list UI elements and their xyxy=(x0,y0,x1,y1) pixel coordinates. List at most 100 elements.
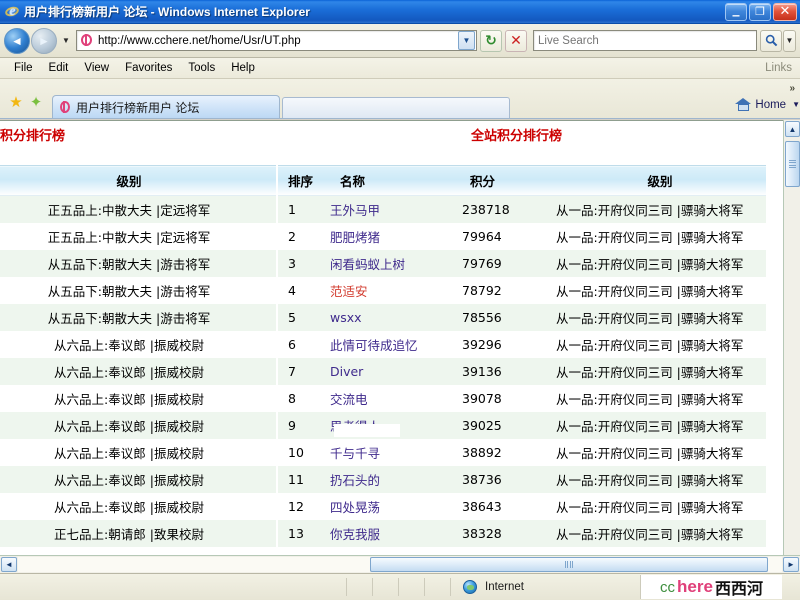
security-zone-indicator[interactable]: Internet xyxy=(450,578,640,596)
user-profile-link[interactable]: Diver xyxy=(330,364,363,379)
menu-help[interactable]: Help xyxy=(223,60,263,76)
scroll-right-button[interactable]: ► xyxy=(783,557,799,572)
horizontal-scroll-thumb[interactable] xyxy=(370,557,768,572)
refresh-button[interactable]: ↻ xyxy=(480,29,502,52)
cell-points: 39025 xyxy=(456,412,554,439)
toolbar-overflow-icon[interactable]: » xyxy=(789,83,795,94)
table-row: 2 肥肥烤猪 79964 从一品:开府仪同三司 |骠骑大将军 xyxy=(278,223,766,250)
vertical-scroll-thumb[interactable] xyxy=(785,141,800,187)
search-box[interactable] xyxy=(533,30,757,51)
user-profile-link[interactable]: 范适安 xyxy=(330,284,368,299)
cell-name: 四处晃荡 xyxy=(318,493,456,520)
table-row: 正五品上:中散大夫 |定远将军 xyxy=(0,195,276,223)
cell-level: 从一品:开府仪同三司 |骠骑大将军 xyxy=(554,331,766,358)
cell-rank: 8 xyxy=(278,385,318,412)
cell-name: 扔石头的 xyxy=(318,466,456,493)
user-profile-link[interactable]: 肥肥烤猪 xyxy=(330,230,380,245)
cell-name: Diver xyxy=(318,358,456,385)
grip-icon xyxy=(564,561,574,568)
add-to-favorites-icon[interactable]: ✦ xyxy=(26,91,46,113)
minimize-button[interactable]: _ xyxy=(725,2,747,21)
arrow-left-icon: ◄ xyxy=(5,560,13,569)
search-provider-button[interactable]: ▼ xyxy=(783,29,796,52)
menu-view[interactable]: View xyxy=(76,60,117,76)
left-table-body: 正五品上:中散大夫 |定远将军 正五品上:中散大夫 |定远将军 从五品下:朝散大夫 … xyxy=(0,195,276,547)
h-track-before[interactable] xyxy=(18,557,370,572)
table-row: 6 此情可待成追忆 39296 从一品:开府仪同三司 |骠骑大将军 xyxy=(278,331,766,358)
menu-favorites[interactable]: Favorites xyxy=(117,60,180,76)
page-titles: 积分排行榜 全站积分排行榜 xyxy=(0,121,783,165)
restore-button[interactable]: ❐ xyxy=(749,2,771,21)
user-profile-link[interactable]: 闲看蚂蚁上树 xyxy=(330,257,405,272)
right-table-body: 1 王外马甲 238718 从一品:开府仪同三司 |骠骑大将军 2 肥肥烤猪 79964 从一… xyxy=(278,195,766,547)
status-bar: Internet cc here 西西河 xyxy=(0,573,800,600)
close-button[interactable]: ✕ xyxy=(773,2,797,21)
favorites-center-icon[interactable]: ★ xyxy=(6,91,26,113)
left-ranking-table: 级别 正五品上:中散大夫 |定远将军 正五品上:中散大夫 |定远将军 从五品下:朝散… xyxy=(0,165,276,547)
back-arrow-icon: ◄ xyxy=(11,33,23,48)
window-titlebar: e 用户排行榜新用户 论坛 - Windows Internet Explore… xyxy=(0,0,800,24)
scroll-left-button[interactable]: ◄ xyxy=(1,557,17,572)
page-horizontal-scrollbar[interactable]: ◄ ► xyxy=(0,555,800,573)
window-resize-grip[interactable] xyxy=(784,580,798,594)
ranking-tables: 级别 正五品上:中散大夫 |定远将军 正五品上:中散大夫 |定远将军 从五品下:朝散… xyxy=(0,165,783,547)
h-track-after[interactable] xyxy=(768,557,782,572)
scroll-up-button[interactable]: ▲ xyxy=(785,121,800,137)
address-dropdown-button[interactable]: ▼ xyxy=(458,31,475,50)
search-submit-button[interactable] xyxy=(760,29,782,52)
table-row: 从五品下:朝散大夫 |游击将军 xyxy=(0,304,276,331)
magnifier-icon xyxy=(765,34,777,47)
menu-file[interactable]: File xyxy=(6,60,41,76)
left-table-header-row: 级别 xyxy=(0,165,276,196)
left-col-header-level: 级别 xyxy=(0,165,276,196)
tab-favicon-icon xyxy=(59,100,73,114)
address-bar[interactable]: http://www.cchere.net/home/Usr/UT.php ▼ xyxy=(76,30,477,51)
user-profile-link[interactable]: 扔石头的 xyxy=(330,473,380,488)
navigation-toolbar: ◄ ► ▼ http://www.cchere.net/home/Usr/UT.… xyxy=(0,24,800,58)
user-profile-link[interactable]: 你克我服 xyxy=(330,527,380,542)
user-profile-link[interactable]: wsxx xyxy=(330,310,362,325)
stop-icon: ✕ xyxy=(510,32,522,48)
cell-name: 闲看蚂蚁上树 xyxy=(318,250,456,277)
grip-icon xyxy=(789,159,796,169)
user-profile-link[interactable]: 千与千寻 xyxy=(330,446,380,461)
user-profile-link[interactable]: 交流电 xyxy=(330,392,368,407)
cell-points: 39078 xyxy=(456,385,554,412)
chevron-down-icon[interactable]: ▼ xyxy=(792,100,800,109)
cell-level: 从一品:开府仪同三司 |骠骑大将军 xyxy=(554,277,766,304)
user-profile-link[interactable]: 此情可待成追忆 xyxy=(330,338,418,353)
left-cell-level: 从六品上:奉议郎 |振威校尉 xyxy=(0,385,276,412)
page-viewport: 积分排行榜 全站积分排行榜 级别 正五品上:中散大夫 |定远将军 正五品上:中散大… xyxy=(0,120,800,570)
cell-name: 此情可待成追忆 xyxy=(318,331,456,358)
home-button[interactable]: Home ▼ xyxy=(735,97,800,112)
table-row: 从六品上:奉议郎 |振威校尉 xyxy=(0,385,276,412)
page-vertical-scrollbar[interactable]: ▲ xyxy=(783,120,800,555)
cell-rank: 13 xyxy=(278,520,318,547)
watermark-here: here xyxy=(677,577,713,596)
page-content: 积分排行榜 全站积分排行榜 级别 正五品上:中散大夫 |定远将军 正五品上:中散大… xyxy=(0,121,783,547)
stop-button[interactable]: ✕ xyxy=(505,29,527,52)
table-row: 12 四处晃荡 38643 从一品:开府仪同三司 |骠骑大将军 xyxy=(278,493,766,520)
cell-level: 从一品:开府仪同三司 |骠骑大将军 xyxy=(554,195,766,223)
user-profile-link[interactable]: 四处晃荡 xyxy=(330,500,380,515)
user-profile-link[interactable]: 王外马甲 xyxy=(330,203,380,218)
back-button[interactable]: ◄ xyxy=(4,27,30,54)
recent-pages-button[interactable]: ▼ xyxy=(59,36,73,45)
left-cell-level: 从五品下:朝散大夫 |游击将军 xyxy=(0,304,276,331)
cell-level: 从一品:开府仪同三司 |骠骑大将军 xyxy=(554,466,766,493)
table-row: 11 扔石头的 38736 从一品:开府仪同三司 |骠骑大将军 xyxy=(278,466,766,493)
links-label[interactable]: Links xyxy=(765,62,792,74)
tab-active[interactable]: 用户排行榜新用户 论坛 xyxy=(52,95,280,118)
new-tab-button[interactable] xyxy=(282,97,510,118)
table-row: 5 wsxx 78556 从一品:开府仪同三司 |骠骑大将军 xyxy=(278,304,766,331)
address-url-text[interactable]: http://www.cchere.net/home/Usr/UT.php xyxy=(98,35,458,47)
forward-button[interactable]: ► xyxy=(31,27,57,54)
left-cell-level: 正五品上:中散大夫 |定远将军 xyxy=(0,195,276,223)
menu-tools[interactable]: Tools xyxy=(180,60,223,76)
table-row: 3 闲看蚂蚁上树 79769 从一品:开府仪同三司 |骠骑大将军 xyxy=(278,250,766,277)
menu-edit[interactable]: Edit xyxy=(41,60,77,76)
table-row: 从五品下:朝散大夫 |游击将军 xyxy=(0,250,276,277)
search-input[interactable] xyxy=(534,32,756,49)
render-artifact-patch xyxy=(334,424,400,437)
cell-name: 肥肥烤猪 xyxy=(318,223,456,250)
